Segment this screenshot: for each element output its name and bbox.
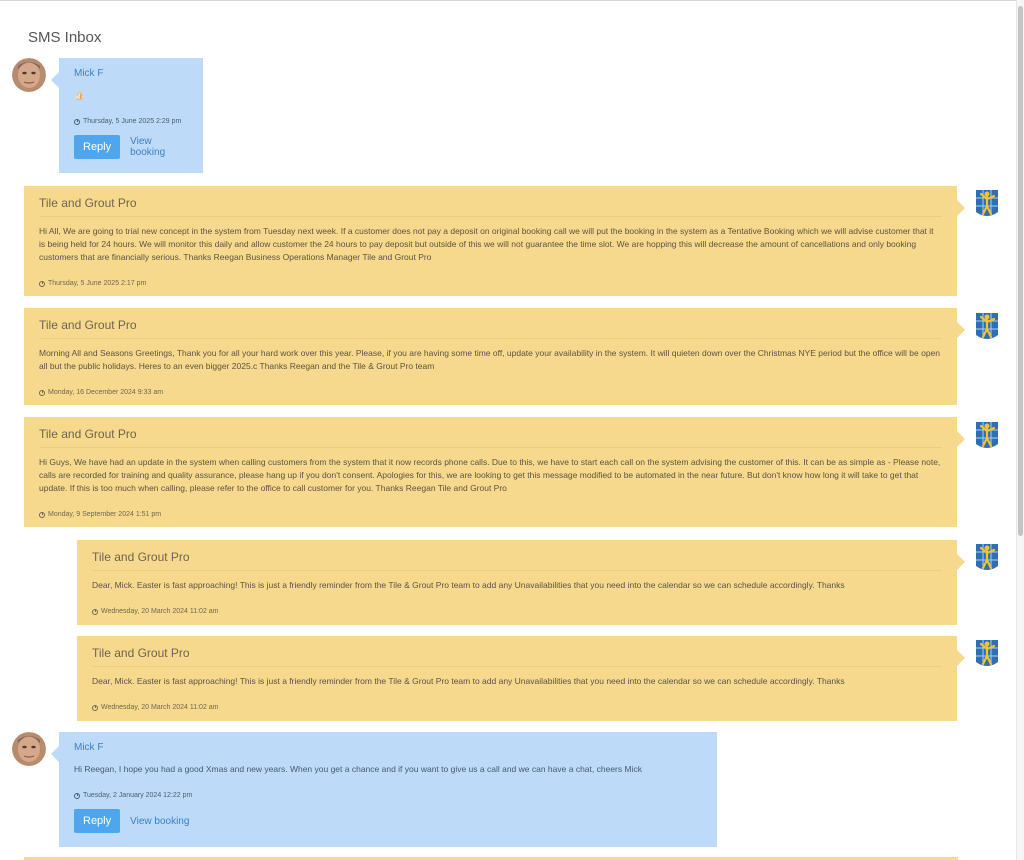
message-body: Hi Guys, We have had an update in the sy… <box>39 457 941 493</box>
message-body: Hi Reegan, I hope you had a good Xmas an… <box>74 764 642 774</box>
user-avatar <box>12 732 46 766</box>
sms-inbox-page: SMS Inbox Mick F 👍🏻 Thursday, 5 June 202… <box>0 0 1024 860</box>
timestamp-text: Thursday, 5 June 2025 2:29 pm <box>83 118 182 125</box>
message-body: Dear, Mick. Easter is fast approaching! … <box>92 580 845 590</box>
top-divider <box>0 0 1024 1</box>
tile-and-grout-pro-logo-icon <box>972 418 1002 452</box>
message-timestamp: Wednesday, 20 March 2024 11:02 am <box>92 704 942 711</box>
message-timestamp: Tuesday, 2 January 2024 12:22 pm <box>74 792 702 799</box>
clock-icon <box>92 704 98 711</box>
message-timestamp: Thursday, 5 June 2025 2:29 pm <box>74 118 188 125</box>
tile-and-grout-pro-logo-icon <box>972 636 1002 670</box>
sender-name: Tile and Grout Pro <box>92 646 942 667</box>
timestamp-text: Monday, 9 September 2024 1:51 pm <box>48 511 162 518</box>
view-booking-link[interactable]: View booking <box>130 136 188 158</box>
message-outgoing: Tile and Grout Pro Dear, Mick. Easter is… <box>77 540 965 625</box>
sender-name: Tile and Grout Pro <box>39 318 942 339</box>
reply-button[interactable]: Reply <box>74 809 121 833</box>
message-body: Morning All and Seasons Greetings, Thank… <box>39 348 940 371</box>
view-booking-link[interactable]: View booking <box>130 816 189 827</box>
message-timestamp: Thursday, 5 June 2025 2:17 pm <box>39 280 942 287</box>
message-incoming: Mick F 👍🏻 Thursday, 5 June 2025 2:29 pm … <box>51 58 203 173</box>
timestamp-text: Wednesday, 20 March 2024 11:02 am <box>101 608 219 615</box>
tile-and-grout-pro-logo-icon <box>972 309 1002 343</box>
tile-and-grout-pro-logo-icon <box>972 186 1002 220</box>
clock-icon <box>74 118 80 125</box>
sender-name: Tile and Grout Pro <box>39 427 942 448</box>
page-title: SMS Inbox <box>28 29 102 46</box>
sender-name: Mick F <box>74 742 104 753</box>
message-incoming: Mick F Hi Reegan, I hope you had a good … <box>51 732 717 847</box>
message-body: Dear, Mick. Easter is fast approaching! … <box>92 676 845 686</box>
message-outgoing: Tile and Grout Pro Hi Guys, We have had … <box>24 417 965 527</box>
message-timestamp: Wednesday, 20 March 2024 11:02 am <box>92 608 942 615</box>
sender-name: Mick F <box>74 68 104 79</box>
scrollbar[interactable] <box>1016 0 1024 860</box>
sender-name: Tile and Grout Pro <box>92 550 942 571</box>
clock-icon <box>74 792 80 799</box>
clock-icon <box>39 511 45 518</box>
message-body: 👍🏻 <box>74 90 86 100</box>
clock-icon <box>92 608 98 615</box>
message-body: Hi All, We are going to trial new concep… <box>39 226 934 262</box>
message-timestamp: Monday, 9 September 2024 1:51 pm <box>39 511 942 518</box>
clock-icon <box>39 280 45 287</box>
clock-icon <box>39 389 45 396</box>
timestamp-text: Monday, 16 December 2024 9:33 am <box>48 389 164 396</box>
message-outgoing: Tile and Grout Pro Dear, Mick. Easter is… <box>77 636 965 721</box>
tile-and-grout-pro-logo-icon <box>972 540 1002 574</box>
message-outgoing: Tile and Grout Pro Morning All and Seaso… <box>24 308 965 405</box>
timestamp-text: Tuesday, 2 January 2024 12:22 pm <box>83 792 193 799</box>
sender-name: Tile and Grout Pro <box>39 196 942 217</box>
timestamp-text: Wednesday, 20 March 2024 11:02 am <box>101 704 219 711</box>
user-avatar <box>12 58 46 92</box>
message-actions: Reply View booking <box>74 809 702 833</box>
scrollbar-thumb[interactable] <box>1018 6 1023 536</box>
message-actions: Reply View booking <box>74 135 188 159</box>
reply-button[interactable]: Reply <box>74 135 121 159</box>
timestamp-text: Thursday, 5 June 2025 2:17 pm <box>48 280 147 287</box>
message-timestamp: Monday, 16 December 2024 9:33 am <box>39 389 942 396</box>
message-outgoing: Tile and Grout Pro Hi All, We are going … <box>24 186 965 296</box>
